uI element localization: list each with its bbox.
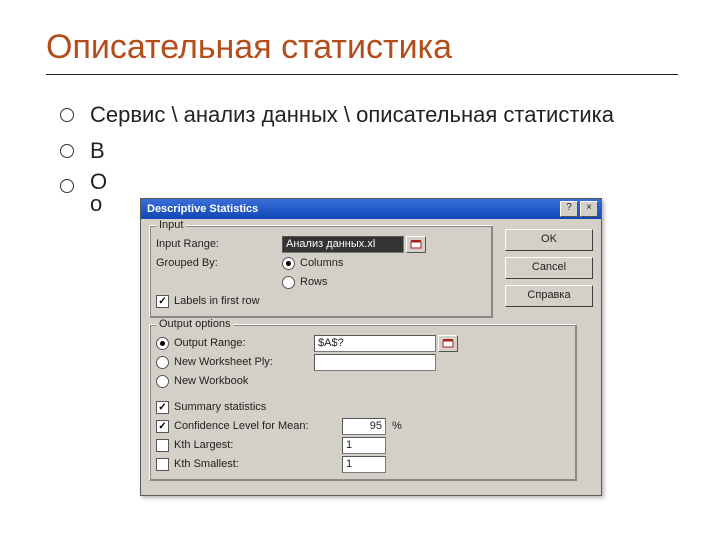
bullet-item: Сервис \ анализ данных \ описательная ст… [60, 100, 614, 130]
grouped-rows-radio[interactable] [282, 276, 295, 289]
grouped-columns-radio[interactable] [282, 257, 295, 270]
labels-first-row-checkbox[interactable] [156, 295, 169, 308]
range-selector-icon [442, 338, 454, 348]
confidence-level-checkbox[interactable] [156, 420, 169, 433]
kth-largest-checkbox[interactable] [156, 439, 169, 452]
new-workbook-radio[interactable] [156, 375, 169, 388]
slide-title: Описательная статистика [46, 28, 452, 67]
help-button[interactable]: Справка [505, 285, 593, 307]
kth-largest-field[interactable]: 1 [342, 437, 386, 454]
kth-largest-label: Kth Largest: [174, 439, 342, 451]
bullet-icon [60, 179, 74, 193]
titlebar-help-button[interactable]: ? [560, 201, 578, 217]
bullet-text: В [90, 136, 105, 166]
grouped-by-label: Grouped By: [156, 257, 282, 269]
bullet-text: Сервис \ анализ данных \ описательная ст… [90, 100, 614, 130]
input-range-field[interactable]: Анализ данных.xl [282, 236, 404, 253]
summary-statistics-checkbox[interactable] [156, 401, 169, 414]
kth-smallest-field[interactable]: 1 [342, 456, 386, 473]
title-underline [46, 74, 678, 75]
input-range-ref-button[interactable] [406, 236, 426, 253]
cancel-button[interactable]: Cancel [505, 257, 593, 279]
dialog-button-column: OK Cancel Справка [505, 229, 593, 307]
slide: Описательная статистика Сервис \ анализ … [0, 0, 720, 540]
kth-smallest-label: Kth Smallest: [174, 458, 342, 470]
bullet-icon [60, 108, 74, 122]
new-workbook-label: New Workbook [174, 375, 248, 387]
dialog-titlebar[interactable]: Descriptive Statistics ? × [141, 199, 601, 219]
kth-smallest-checkbox[interactable] [156, 458, 169, 471]
output-range-field[interactable]: $A$? [314, 335, 436, 352]
summary-statistics-label: Summary statistics [174, 401, 266, 413]
bullet-text: о [90, 191, 102, 216]
labels-first-row-label: Labels in first row [174, 295, 260, 307]
confidence-level-label: Confidence Level for Mean: [174, 420, 342, 432]
output-range-radio[interactable] [156, 337, 169, 350]
ok-button[interactable]: OK [505, 229, 593, 251]
titlebar-close-button[interactable]: × [580, 201, 598, 217]
new-worksheet-field[interactable] [314, 354, 436, 371]
output-range-ref-button[interactable] [438, 335, 458, 352]
descriptive-statistics-dialog: Descriptive Statistics ? × OK Cancel Спр… [140, 198, 602, 496]
range-selector-icon [410, 239, 422, 249]
bullet-item: В [60, 136, 614, 166]
output-range-label: Output Range: [174, 337, 314, 349]
bullet-icon [60, 144, 74, 158]
grouped-columns-label: Columns [300, 257, 343, 269]
input-range-label: Input Range: [156, 238, 282, 250]
grouped-rows-label: Rows [300, 276, 328, 288]
new-worksheet-label: New Worksheet Ply: [174, 356, 314, 368]
new-worksheet-radio[interactable] [156, 356, 169, 369]
dialog-title: Descriptive Statistics [144, 203, 258, 215]
input-group-title: Input [156, 219, 186, 231]
confidence-level-unit: % [392, 420, 402, 432]
input-group: Input Input Range: Анализ данных.xl Grou… [149, 225, 493, 318]
output-group-title: Output options [156, 318, 234, 330]
output-group: Output options Output Range: $A$? New Wo… [149, 324, 577, 481]
confidence-level-field[interactable]: 95 [342, 418, 386, 435]
